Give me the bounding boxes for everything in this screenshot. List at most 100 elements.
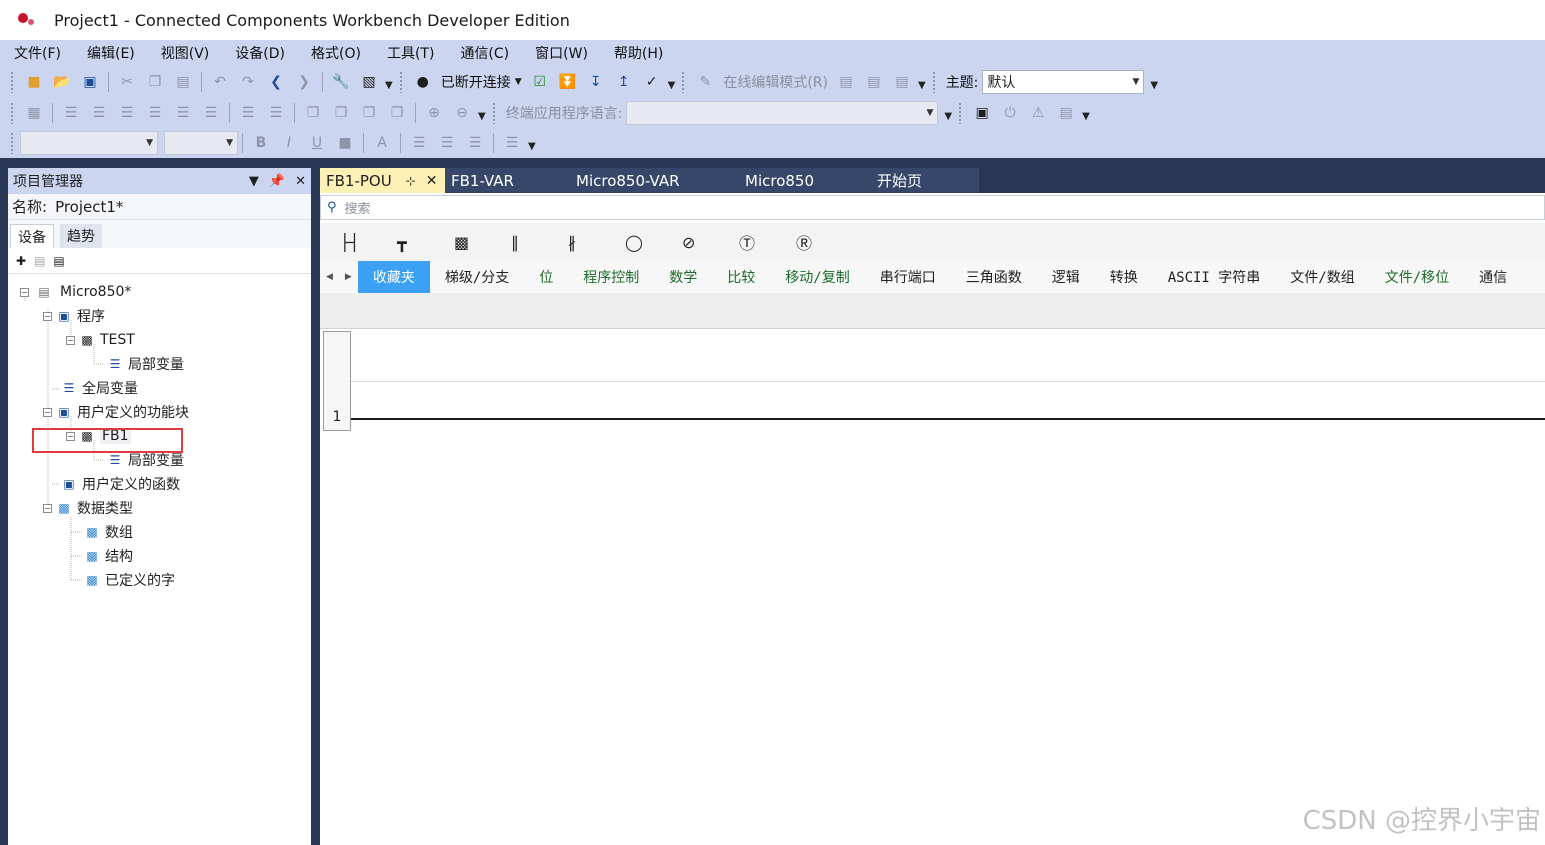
toolbox-icon[interactable]: ▧: [359, 72, 379, 92]
category-math[interactable]: 数学: [654, 261, 712, 293]
font-color-icon[interactable]: A: [372, 133, 392, 153]
terminal-icon[interactable]: ▣: [972, 103, 992, 123]
underline-icon[interactable]: U: [307, 133, 327, 153]
online-edit-mode-button[interactable]: 在线编辑模式(R): [723, 72, 828, 92]
collapse-icon[interactable]: −: [20, 287, 29, 297]
undo-icon[interactable]: ↶: [210, 72, 230, 92]
category-program-control[interactable]: 程序控制: [568, 261, 654, 293]
center-vertical-icon[interactable]: ☰: [173, 103, 193, 123]
tab-fb1-pou[interactable]: FB1-POU ⊹ ✕: [320, 168, 445, 193]
menu-tools[interactable]: 工具(T): [387, 43, 434, 63]
category-rung-branch[interactable]: 梯级/分支: [430, 261, 524, 293]
font-family-select[interactable]: ▼: [20, 131, 158, 155]
tree-view-icon[interactable]: ▤: [53, 254, 64, 268]
category-logic[interactable]: 逻辑: [1037, 261, 1095, 293]
category-ascii-string[interactable]: ASCII 字符串: [1153, 261, 1276, 293]
toolbar-overflow-icon[interactable]: ▼: [918, 80, 926, 91]
toolbar-overflow-icon[interactable]: ▼: [1150, 80, 1158, 91]
align-left-icon[interactable]: ☰: [61, 103, 81, 123]
menu-help[interactable]: 帮助(H): [614, 43, 663, 63]
tree-node-defined-words[interactable]: ▩ 已定义的字: [84, 569, 175, 591]
align-right-icon[interactable]: ☰: [89, 103, 109, 123]
tree-node-global-vars[interactable]: ☰ 全局变量: [61, 377, 138, 399]
wrench-icon[interactable]: 🔧: [331, 72, 351, 92]
rung-icon[interactable]: ├┤: [340, 233, 397, 252]
negated-coil-icon[interactable]: ⊘: [682, 233, 739, 252]
search-input[interactable]: 搜索: [345, 198, 371, 217]
close-icon[interactable]: ✕: [426, 173, 438, 189]
build-icon[interactable]: ☑: [530, 72, 550, 92]
menu-view[interactable]: 视图(V): [161, 43, 210, 63]
group-icon[interactable]: ❐: [359, 103, 379, 123]
tree-node-user-function-blocks[interactable]: − ▣ 用户定义的功能块: [43, 401, 189, 423]
zoom-out-icon[interactable]: ⊖: [452, 103, 472, 123]
new-project-icon[interactable]: ■: [24, 72, 44, 92]
toolbar-overflow-icon[interactable]: ▼: [944, 111, 952, 122]
transfer-icon[interactable]: ▤: [1056, 103, 1076, 123]
space-vertical-icon[interactable]: ☰: [266, 103, 286, 123]
tree-node-user-functions[interactable]: ▣ 用户定义的函数: [61, 473, 180, 495]
download-to-device-icon[interactable]: ⏬: [558, 72, 578, 92]
navigate-back-icon[interactable]: ❮: [266, 72, 286, 92]
collapse-icon[interactable]: −: [66, 335, 75, 345]
category-serial-port[interactable]: 串行端口: [865, 261, 951, 293]
text-align-center-icon[interactable]: ☰: [437, 133, 457, 153]
connection-dropdown[interactable]: 已断开连接: [441, 72, 511, 92]
coil-icon[interactable]: ◯: [625, 233, 682, 252]
text-align-right-icon[interactable]: ☰: [465, 133, 485, 153]
toolbar-overflow-icon[interactable]: ▼: [1082, 111, 1090, 122]
set-coil-icon[interactable]: Ⓣ: [739, 230, 796, 254]
category-compare[interactable]: 比较: [712, 261, 770, 293]
send-back-icon[interactable]: ❐: [331, 103, 351, 123]
close-icon[interactable]: ✕: [295, 174, 306, 189]
theme-select[interactable]: 默认 ▼: [982, 70, 1145, 94]
panel-menu-icon[interactable]: ▼: [249, 174, 259, 189]
align-bottom-icon[interactable]: ☰: [145, 103, 165, 123]
menu-device[interactable]: 设备(D): [235, 43, 285, 63]
ladder-rung[interactable]: 1: [323, 331, 1545, 431]
branch-icon[interactable]: ┳: [397, 233, 454, 252]
open-project-icon[interactable]: 📂: [52, 72, 72, 92]
ungroup-icon[interactable]: ❐: [387, 103, 407, 123]
collapse-icon[interactable]: −: [43, 503, 52, 513]
menu-file[interactable]: 文件(F): [14, 43, 61, 63]
tab-micro850-var[interactable]: Micro850-VAR: [570, 168, 739, 193]
center-horizontal-icon[interactable]: ☰: [201, 103, 221, 123]
menu-edit[interactable]: 编辑(E): [87, 43, 135, 63]
tree-node-programs[interactable]: − ▣ 程序: [43, 305, 105, 327]
collapse-icon[interactable]: −: [43, 311, 52, 321]
menu-window[interactable]: 窗口(W): [535, 43, 588, 63]
terminal-language-select[interactable]: ▼: [626, 101, 939, 125]
tree-node-arrays[interactable]: ▩ 数组: [84, 521, 133, 543]
bold-icon[interactable]: B: [251, 133, 271, 153]
tree-node-test-local-vars[interactable]: ☰ 局部变量: [107, 353, 184, 375]
category-communication[interactable]: 通信: [1464, 261, 1522, 293]
cut-icon[interactable]: ✂: [117, 72, 137, 92]
tab-devices[interactable]: 设备: [10, 224, 54, 248]
redo-icon[interactable]: ↷: [238, 72, 258, 92]
navigate-forward-icon[interactable]: ❯: [294, 72, 314, 92]
pin-icon[interactable]: 📌: [269, 174, 285, 189]
category-bit[interactable]: 位: [524, 261, 568, 293]
accept-edits-icon[interactable]: ▤: [836, 72, 856, 92]
zoom-in-icon[interactable]: ⊕: [424, 103, 444, 123]
category-file-shift[interactable]: 文件/移位: [1370, 261, 1464, 293]
tab-micro850[interactable]: Micro850: [739, 168, 871, 193]
scroll-right-icon[interactable]: ▶: [345, 272, 352, 282]
tree-node-test[interactable]: − ▩ TEST: [66, 329, 135, 351]
category-trig[interactable]: 三角函数: [951, 261, 1037, 293]
download-icon[interactable]: ↧: [586, 72, 606, 92]
category-favorites[interactable]: 收藏夹: [357, 261, 430, 293]
menu-format[interactable]: 格式(O): [311, 43, 361, 63]
tree-node-data-types[interactable]: − ▩ 数据类型: [43, 497, 133, 519]
font-size-select[interactable]: ▼: [164, 131, 238, 155]
category-file-array[interactable]: 文件/数组: [1275, 261, 1369, 293]
fill-color-icon[interactable]: ■: [335, 133, 355, 153]
pin-icon[interactable]: ⊹: [406, 174, 416, 188]
connection-dropdown-arrow-icon[interactable]: ▼: [515, 77, 522, 87]
toolbox-search[interactable]: ⚲ 搜索: [320, 195, 1545, 220]
collapse-icon[interactable]: −: [43, 407, 52, 417]
remove-device-icon[interactable]: ▤: [34, 254, 45, 268]
warning-icon[interactable]: ⚠: [1028, 103, 1048, 123]
tree-node-micro850[interactable]: − ▤ Micro850*: [20, 281, 131, 303]
